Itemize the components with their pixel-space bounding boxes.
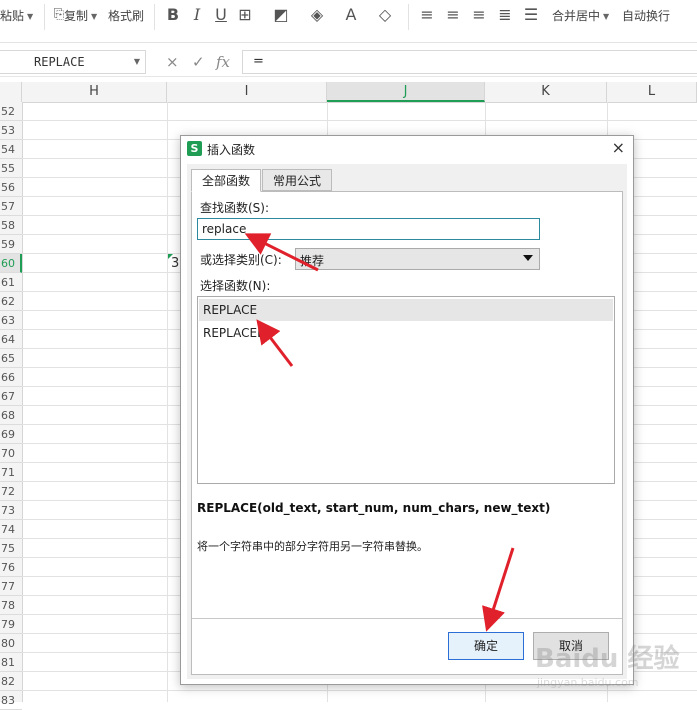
formula-text: = xyxy=(253,54,264,69)
watermark-main: Baidu 经验 xyxy=(535,644,680,674)
row-header[interactable]: 75 xyxy=(0,539,22,558)
category-label: 或选择类别(C): xyxy=(200,253,282,267)
justify-icon[interactable]: ≣ xyxy=(494,4,516,26)
row-header[interactable]: 70 xyxy=(0,444,22,463)
align-left-icon[interactable]: ≡ xyxy=(416,4,438,26)
chevron-down-icon[interactable]: ▼ xyxy=(134,57,140,66)
watermark-sub: jingyan.baidu.com xyxy=(537,676,639,689)
row-header[interactable]: 72 xyxy=(0,482,22,501)
underline-icon[interactable]: U xyxy=(210,4,232,26)
tab-common-formulas[interactable]: 常用公式 xyxy=(262,169,333,191)
row-header[interactable]: 64 xyxy=(0,330,22,349)
copy-button[interactable]: 复制 ▼ xyxy=(64,6,97,26)
search-input-value: replace xyxy=(202,222,247,236)
column-header-bar: H I J K L xyxy=(0,82,697,103)
fill-color-icon[interactable]: ◈ xyxy=(306,4,328,26)
baidu-watermark: Baidu 经验 jingyan.baidu.com xyxy=(535,628,697,698)
ok-button[interactable]: 确定 xyxy=(448,632,524,660)
row-header[interactable]: 62 xyxy=(0,292,22,311)
italic-icon[interactable]: I xyxy=(186,4,208,26)
insert-function-icon[interactable]: fx xyxy=(216,51,230,73)
insert-function-dialog: S 插入函数 × 全部函数 常用公式 查找函数(S): replace 或选择类… xyxy=(180,135,634,685)
row-header[interactable]: 83 xyxy=(0,691,22,710)
dialog-body: 全部函数 常用公式 查找函数(S): replace 或选择类别(C): 推荐 … xyxy=(187,164,627,679)
search-label: 查找函数(S): xyxy=(200,201,270,215)
dialog-title: 插入函数 xyxy=(207,143,256,157)
row-header[interactable]: 71 xyxy=(0,463,22,482)
column-header-l[interactable]: L xyxy=(607,82,697,102)
function-item-replaceb[interactable]: REPLACEB xyxy=(199,322,613,344)
row-header[interactable]: 80 xyxy=(0,634,22,653)
divider xyxy=(192,618,622,619)
row-header[interactable]: 73 xyxy=(0,501,22,520)
row-header[interactable]: 52 xyxy=(0,102,22,121)
row-header[interactable]: 74 xyxy=(0,520,22,539)
cancel-formula-icon[interactable]: × xyxy=(166,51,179,73)
confirm-formula-icon[interactable]: ✓ xyxy=(192,51,205,73)
wps-logo-icon: S xyxy=(187,141,202,156)
formula-bar: REPLACE ▼ × ✓ fx = xyxy=(0,48,697,77)
border-icon[interactable]: ⊞ xyxy=(234,4,256,26)
row-header[interactable]: 69 xyxy=(0,425,22,444)
row-header[interactable]: 56 xyxy=(0,178,22,197)
format-painter-button[interactable]: 格式刷 xyxy=(108,6,144,26)
function-description: 将一个字符串中的部分字符用另一字符串替换。 xyxy=(197,540,428,553)
auto-wrap-button[interactable]: 自动换行 xyxy=(622,6,670,26)
row-header[interactable]: 63 xyxy=(0,311,22,330)
column-header-k[interactable]: K xyxy=(485,82,607,102)
tab-panel: 查找函数(S): replace 或选择类别(C): 推荐 选择函数(N): R… xyxy=(191,191,623,675)
row-header[interactable]: 55 xyxy=(0,159,22,178)
row-header[interactable]: 82 xyxy=(0,672,22,691)
row-header-active[interactable]: 60 xyxy=(0,254,22,273)
row-header[interactable]: 77 xyxy=(0,577,22,596)
ribbon-toolbar: 粘贴 ▼ ⎘ 复制 ▼ 格式刷 B I U ⊞ ◩ ◈ A ◇ ≡ ≡ ≡ ≣ ☰ … xyxy=(0,0,697,43)
select-all-corner[interactable] xyxy=(0,82,22,102)
function-list[interactable]: REPLACE REPLACEB xyxy=(197,296,615,484)
row-header[interactable]: 76 xyxy=(0,558,22,577)
column-header-j[interactable]: J xyxy=(327,82,485,102)
align-center-icon[interactable]: ≡ xyxy=(442,4,464,26)
fill-style-icon[interactable]: ◩ xyxy=(270,4,292,26)
row-header[interactable]: 68 xyxy=(0,406,22,425)
row-header[interactable]: 59 xyxy=(0,235,22,254)
category-value: 推荐 xyxy=(300,254,325,268)
name-box[interactable]: REPLACE ▼ xyxy=(0,50,146,74)
row-header[interactable]: 65 xyxy=(0,349,22,368)
function-item-replace[interactable]: REPLACE xyxy=(199,299,613,321)
formula-input[interactable]: = xyxy=(242,50,697,74)
row-header[interactable]: 81 xyxy=(0,653,22,672)
align-right-icon[interactable]: ≡ xyxy=(468,4,490,26)
eraser-icon[interactable]: ◇ xyxy=(374,4,396,26)
distributed-icon[interactable]: ☰ xyxy=(520,4,542,26)
search-input[interactable]: replace xyxy=(197,218,540,240)
paste-button[interactable]: 粘贴 ▼ xyxy=(0,6,33,26)
row-header[interactable]: 67 xyxy=(0,387,22,406)
merge-center-button[interactable]: 合并居中 ▼ xyxy=(552,6,609,26)
dialog-titlebar[interactable]: S 插入函数 × xyxy=(181,136,633,162)
function-list-label: 选择函数(N): xyxy=(200,279,271,293)
row-header[interactable]: 79 xyxy=(0,615,22,634)
close-icon[interactable]: × xyxy=(612,139,625,157)
row-header[interactable]: 53 xyxy=(0,121,22,140)
tab-all-functions[interactable]: 全部函数 xyxy=(191,169,262,192)
row-header[interactable]: 54 xyxy=(0,140,22,159)
row-header[interactable]: 66 xyxy=(0,368,22,387)
row-header[interactable]: 58 xyxy=(0,216,22,235)
column-header-h[interactable]: H xyxy=(22,82,167,102)
font-color-icon[interactable]: A xyxy=(340,4,362,26)
chevron-down-icon[interactable] xyxy=(523,255,533,261)
category-select[interactable]: 推荐 xyxy=(295,248,540,270)
row-header-bar: 52 53 54 55 56 57 58 59 60 61 62 63 64 6… xyxy=(0,102,23,710)
bold-icon[interactable]: B xyxy=(162,4,184,26)
row-header[interactable]: 57 xyxy=(0,197,22,216)
name-box-text: REPLACE xyxy=(34,55,85,69)
function-signature: REPLACE(old_text, start_num, num_chars, … xyxy=(197,501,551,515)
row-header[interactable]: 78 xyxy=(0,596,22,615)
row-header[interactable]: 61 xyxy=(0,273,22,292)
column-header-i[interactable]: I xyxy=(167,82,327,102)
